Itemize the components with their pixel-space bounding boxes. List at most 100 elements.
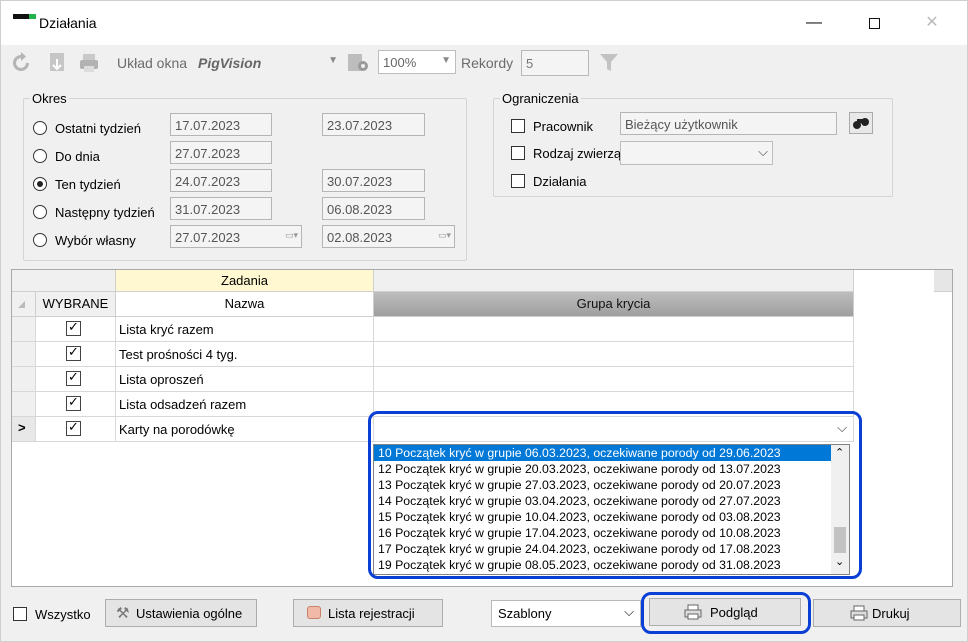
minimize-button[interactable]: — [791,9,837,39]
table-row[interactable]: Lista odsadzeń razem [12,392,854,417]
settings-button[interactable]: ⚒ Ustawienia ogólne [105,599,257,627]
dropdown-item[interactable]: 15 Początek kryć w grupie 10.04.2023, oc… [374,509,832,525]
row-name-cell[interactable]: Lista odsadzeń razem [116,392,374,417]
row-checkbox-cell[interactable] [36,317,116,342]
printer-icon[interactable] [77,51,101,75]
app-icon [13,14,36,19]
dropdown-item[interactable]: 10 Początek kryć w grupie 06.03.2023, oc… [374,445,832,462]
col-header-grupa-krycia[interactable]: Grupa krycia [374,292,854,317]
row-grupa-cell[interactable] [374,367,854,392]
date-from-ten[interactable]: 24.07.2023 [170,169,272,192]
table-row-current[interactable]: > Karty na porodówkę ⌵ [12,417,854,442]
podglad-button[interactable]: Podgląd [649,598,801,626]
radio-nastepny-tydzien[interactable] [33,205,47,219]
wszystko-checkbox[interactable] [13,607,27,621]
grid-vscroll-top[interactable] [934,270,952,292]
zoom-combo[interactable]: 100% ▼ [378,50,456,74]
row-grupa-cell[interactable] [374,342,854,367]
table-row[interactable]: Lista oproszeń [12,367,854,392]
binoculars-icon[interactable] [849,112,873,134]
rodzaj-label: Rodzaj zwierzą [533,146,621,161]
date-to-ostatni[interactable]: 23.07.2023 [322,113,425,136]
rodzaj-combo[interactable]: ⌵ [620,141,773,165]
szablony-combo[interactable]: Szablony ⌵ [491,600,641,627]
filter-icon[interactable] [597,51,621,75]
refresh-icon[interactable] [9,51,33,75]
row-name-cell[interactable]: Lista oproszeń [116,367,374,392]
row-selector[interactable]: > [12,417,36,442]
lista-rejestracji-button[interactable]: Lista rejestracji [293,599,443,627]
maximize-button[interactable] [851,9,897,39]
row-checkbox-cell[interactable] [36,417,116,442]
toolbar: Układ okna PigVision ▼ 100% ▼ Rekordy 5 [1,45,967,81]
row-checkbox[interactable] [66,369,81,386]
radio-ten-tydzien[interactable] [33,177,47,191]
row-name-cell[interactable]: Test prośności 4 tyg. [116,342,374,367]
row-name: Karty na porodówkę [119,422,235,437]
dropdown-item[interactable]: 13 Początek kryć w grupie 27.03.2023, oc… [374,477,832,493]
grupa-krycia-dropdown-list[interactable]: 10 Początek kryć w grupie 06.03.2023, oc… [373,444,850,575]
title-bar: Działania — ✕ [1,1,967,45]
date-value: 27.07.2023 [175,146,241,161]
row-selector[interactable] [12,392,36,417]
row-grupa-cell[interactable] [374,317,854,342]
pracownik-value: Bieżący użytkownik [625,117,738,132]
row-checkbox[interactable] [66,344,81,361]
wszystko-label: Wszystko [35,607,91,622]
scroll-up-icon[interactable]: ⌃ [835,446,844,459]
dropdown-item[interactable]: 12 Początek kryć w grupie 20.03.2023, oc… [374,461,832,477]
layout-combo[interactable]: PigVision ▼ [193,50,343,74]
row-checkbox[interactable] [66,419,81,436]
row-name-cell[interactable]: Karty na porodówkę [116,417,374,442]
podglad-label: Podgląd [710,605,758,620]
calendar-dropdown-icon[interactable]: ▭▾ [285,230,298,241]
row-checkbox-cell[interactable] [36,342,116,367]
close-button[interactable]: ✕ [909,9,955,39]
calendar-dropdown-icon[interactable]: ▭▾ [438,230,451,241]
pracownik-checkbox[interactable] [511,119,525,133]
scroll-down-icon[interactable]: ⌄ [835,555,844,568]
row-checkbox-cell[interactable] [36,367,116,392]
date-from-ostatni[interactable]: 17.07.2023 [170,113,272,136]
row-name: Lista kryć razem [119,322,214,337]
dropdown-item[interactable]: 17 Początek kryć w grupie 24.04.2023, oc… [374,541,832,557]
dropdown-item[interactable]: 16 Początek kryć w grupie 17.04.2023, oc… [374,525,832,541]
dropdown-item[interactable]: 19 Początek kryć w grupie 08.05.2023, oc… [374,557,832,573]
row-selector[interactable] [12,342,36,367]
date-to-nastepny[interactable]: 06.08.2023 [322,197,425,220]
scroll-thumb[interactable] [834,527,846,553]
rodzaj-checkbox[interactable] [511,146,525,160]
radio-wybor-wlasny[interactable] [33,233,47,247]
download-icon[interactable] [45,51,69,75]
select-all-corner[interactable] [12,292,36,317]
date-from-nastepny[interactable]: 31.07.2023 [170,197,272,220]
row-grupa-cell[interactable] [374,392,854,417]
date-from-wybor[interactable]: 27.07.2023 ▭▾ [170,225,302,248]
row-name-cell[interactable]: Lista kryć razem [116,317,374,342]
chevron-down-icon[interactable]: ⌵ [837,420,847,436]
records-input[interactable]: 5 [521,50,589,76]
date-to-ten[interactable]: 30.07.2023 [322,169,425,192]
radio-ostatni-tydzien[interactable] [33,121,47,135]
row-name: Lista oproszeń [119,372,204,387]
radio-do-dnia[interactable] [33,149,47,163]
dropdown-scrollbar[interactable]: ⌃ ⌄ [831,445,849,574]
dropdown-item[interactable]: 14 Początek kryć w grupie 03.04.2023, oc… [374,493,832,509]
layout-settings-icon[interactable] [346,50,370,74]
row-checkbox[interactable] [66,319,81,336]
table-row[interactable]: Lista kryć razem [12,317,854,342]
dzialania-checkbox[interactable] [511,174,525,188]
grupa-krycia-combo[interactable]: ⌵ [374,417,854,442]
date-to-wybor[interactable]: 02.08.2023 ▭▾ [322,225,455,248]
row-checkbox[interactable] [66,394,81,411]
table-row[interactable]: Test prośności 4 tyg. [12,342,854,367]
row-selector[interactable] [12,317,36,342]
radio-label-wybor: Wybór własny [55,233,136,248]
drukuj-button[interactable]: Drukuj [813,599,961,627]
row-checkbox-cell[interactable] [36,392,116,417]
col-header-wybrane[interactable]: WYBRANE [36,292,116,317]
date-do-dnia[interactable]: 27.07.2023 [170,141,272,164]
pracownik-field[interactable]: Bieżący użytkownik [620,112,837,135]
col-header-nazwa[interactable]: Nazwa [116,292,374,317]
row-selector[interactable] [12,367,36,392]
